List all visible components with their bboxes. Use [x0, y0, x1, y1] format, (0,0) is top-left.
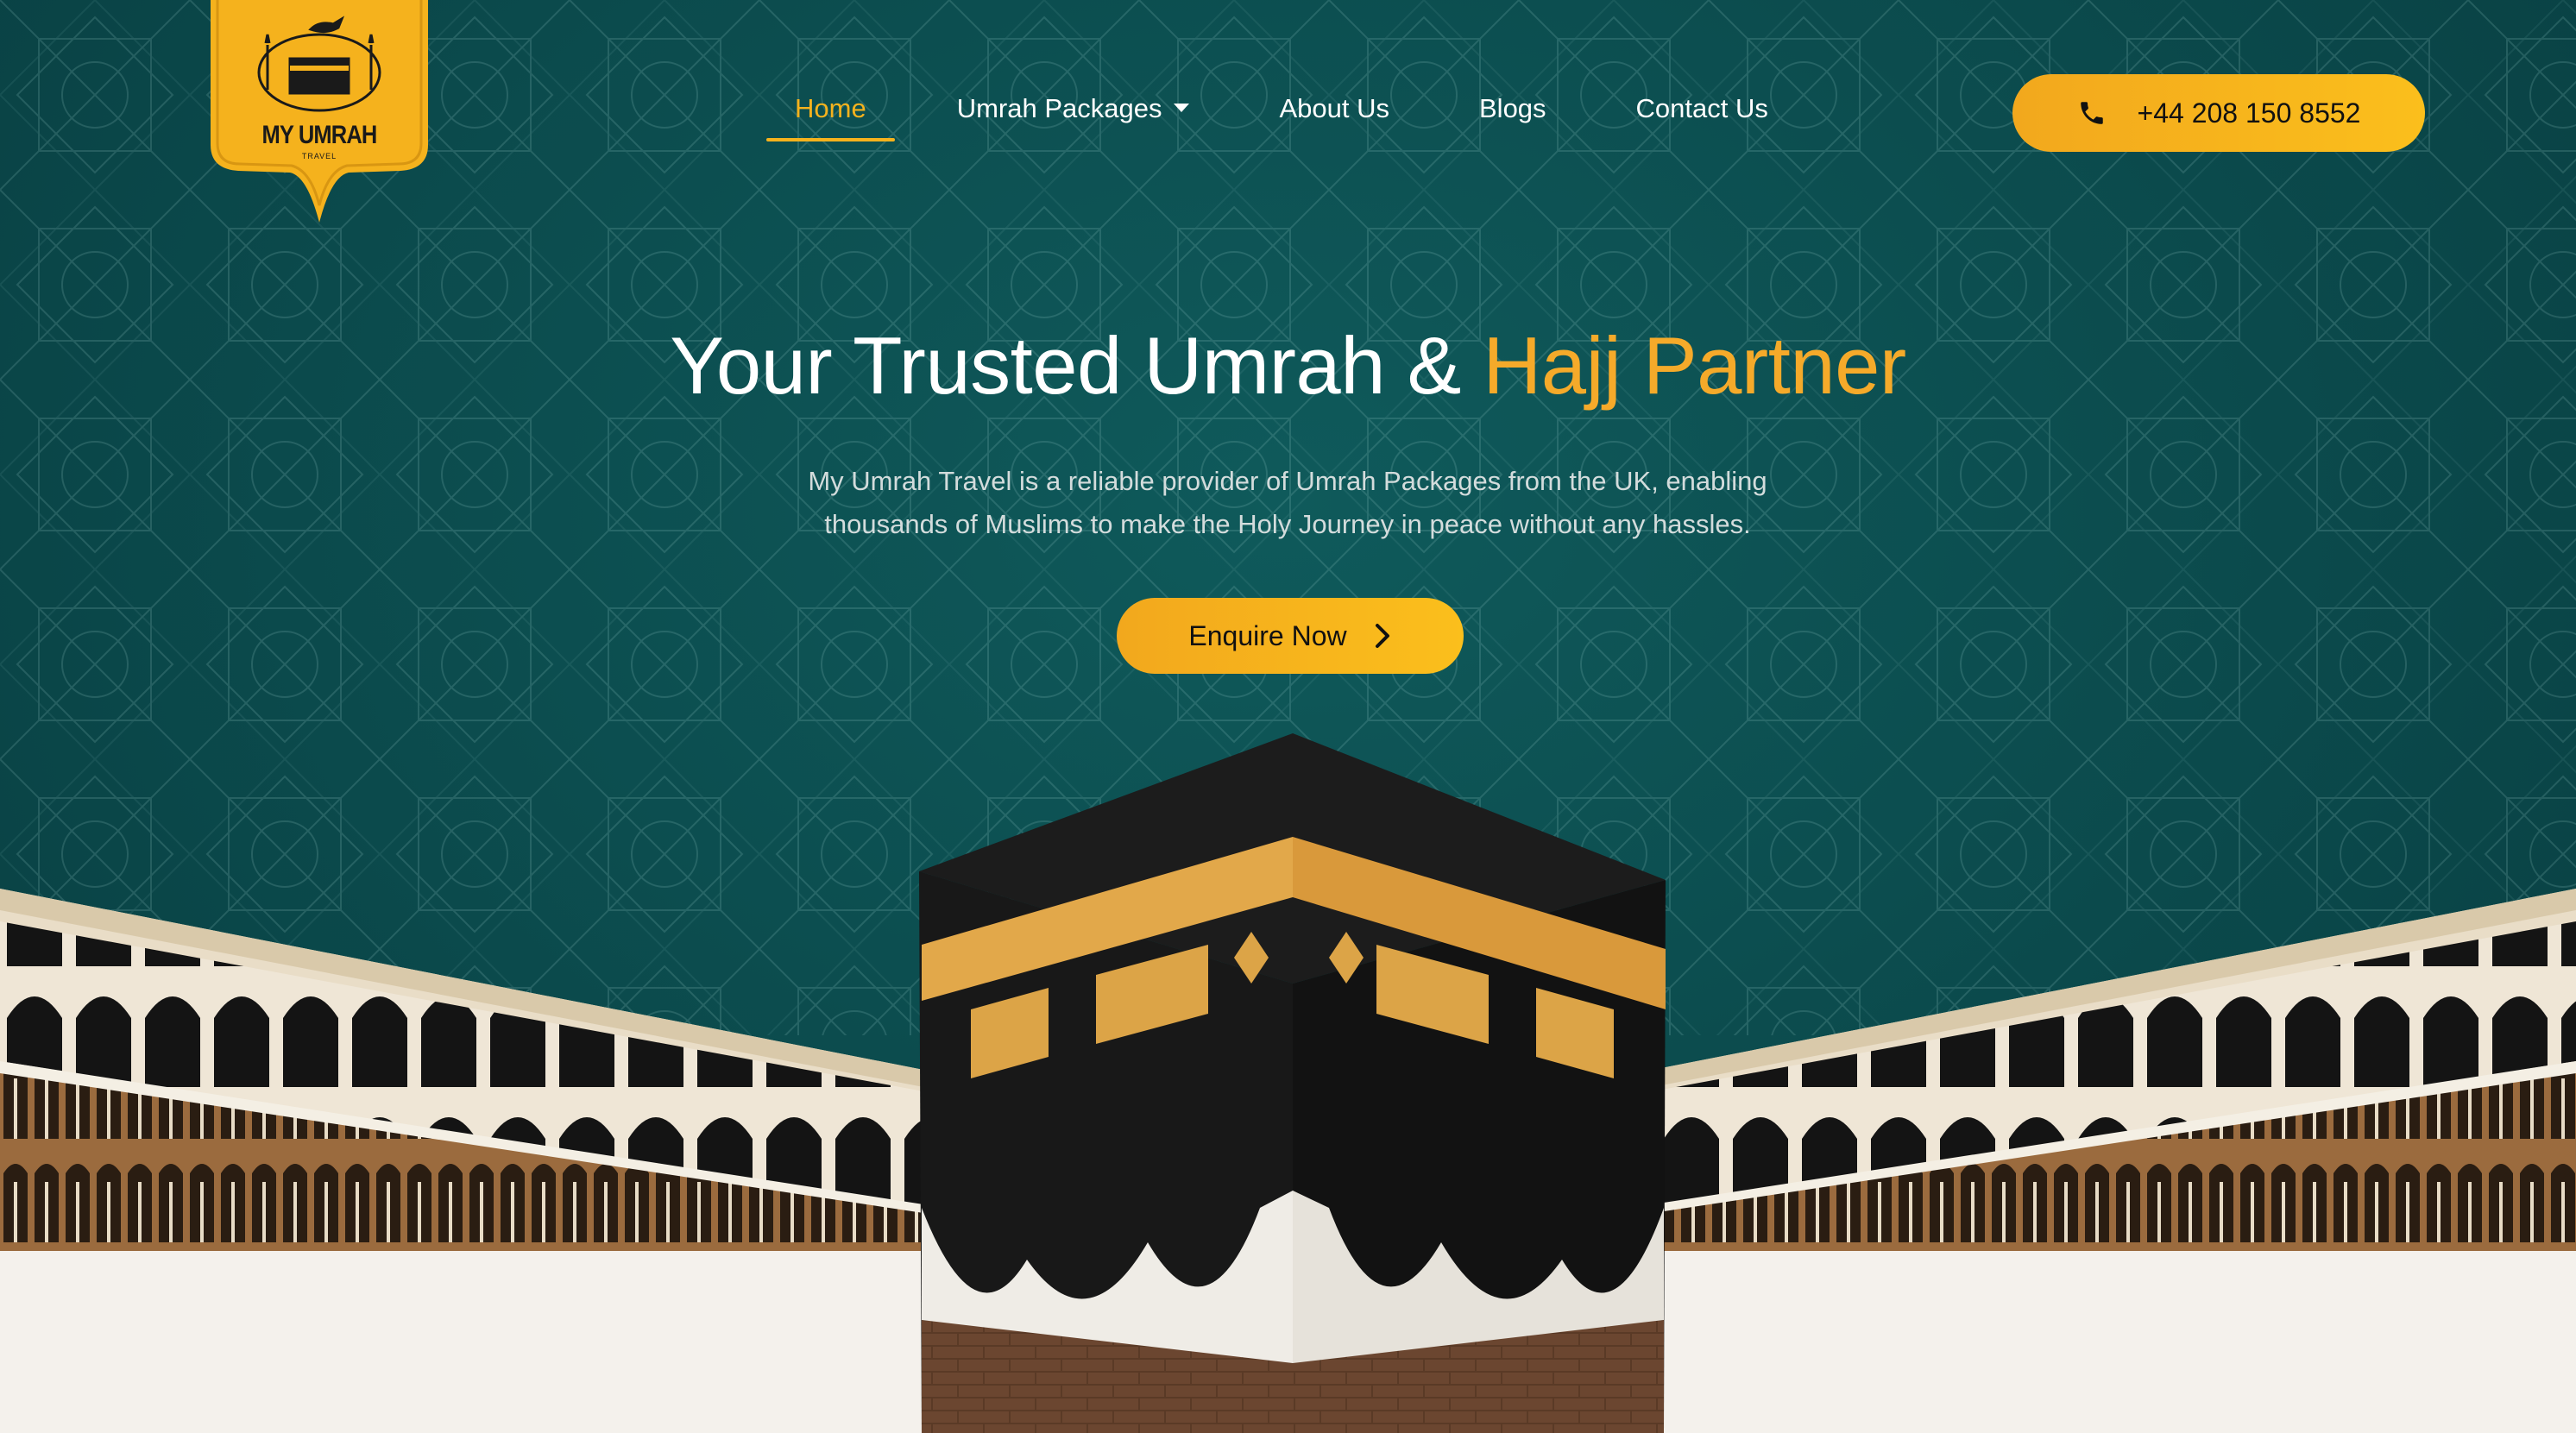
phone-number: +44 208 150 8552 [2137, 97, 2361, 129]
chevron-right-icon [1373, 623, 1392, 649]
kaaba-illustration [0, 725, 2576, 1433]
main-nav: Home Umrah Packages About Us Blogs Conta… [766, 93, 1768, 141]
nav-item-home[interactable]: Home [766, 93, 895, 141]
phone-icon [2077, 98, 2107, 128]
enquire-now-button[interactable]: Enquire Now [1117, 598, 1464, 674]
nav-item-contact-us[interactable]: Contact Us [1636, 93, 1768, 124]
nav-item-umrah-packages[interactable]: Umrah Packages [957, 93, 1190, 124]
page: MY UMRAH TRAVEL Home Umrah Packages Abou… [0, 0, 2576, 1433]
nav-item-about-us[interactable]: About Us [1279, 93, 1389, 124]
nav-item-blogs[interactable]: Blogs [1479, 93, 1546, 124]
logo-text: MY UMRAH [261, 121, 378, 149]
hero-title-accent: Hajj Partner [1483, 320, 1906, 411]
enquire-now-label: Enquire Now [1188, 619, 1347, 651]
hero-title: Your Trusted Umrah & Hajj Partner [0, 319, 2576, 412]
caret-down-icon [1174, 103, 1190, 112]
logo-subtext: TRAVEL [301, 152, 337, 160]
logo[interactable] [211, 0, 428, 224]
phone-button[interactable]: +44 208 150 8552 [2012, 74, 2425, 152]
hero-title-main: Your Trusted Umrah & [670, 320, 1483, 411]
nav-item-umrah-packages-label: Umrah Packages [956, 93, 1162, 123]
hero-description: My Umrah Travel is a reliable provider o… [808, 466, 1767, 539]
